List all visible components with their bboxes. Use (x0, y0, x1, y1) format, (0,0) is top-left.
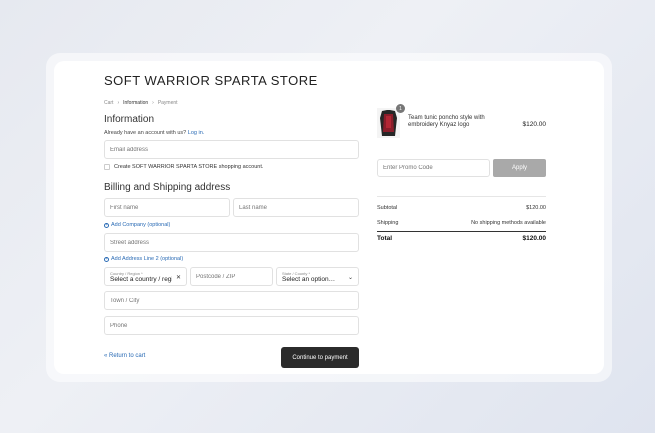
email-field[interactable] (104, 140, 359, 159)
add-address-line2-label: Add Address Line 2 (optional) (111, 256, 184, 262)
product-name: Team tunic poncho style with embroidery … (408, 115, 485, 128)
login-link[interactable]: Log in. (188, 130, 205, 136)
country-value: Select a country / region… (110, 275, 172, 283)
add-company-link[interactable]: + Add Company (optional) (104, 222, 170, 228)
clear-icon[interactable]: ✕ (176, 274, 181, 281)
account-prompt-text: Already have an account with us? (104, 130, 187, 136)
add-company-label: Add Company (optional) (111, 222, 171, 228)
breadcrumb-separator: › (117, 100, 120, 106)
last-name-field[interactable] (233, 198, 359, 217)
promo-code-field[interactable] (377, 159, 490, 177)
plus-circle-icon: + (104, 222, 109, 228)
breadcrumb-separator: › (152, 100, 154, 106)
promo-code-input[interactable] (383, 165, 489, 171)
email-input[interactable] (110, 146, 358, 153)
billing-heading: Billing and Shipping address (104, 182, 231, 193)
create-account-label: Create SOFT WARRIOR SPARTA STORE shoppin… (114, 164, 264, 170)
subtotal-row: Subtotal $120.00 (377, 205, 546, 211)
apply-promo-button[interactable]: Apply (493, 159, 546, 177)
total-label: Total (377, 235, 393, 242)
add-address-line2-link[interactable]: + Add Address Line 2 (optional) (104, 256, 183, 262)
store-title: SOFT WARRIOR SPARTA STORE (104, 73, 318, 88)
city-input[interactable] (110, 297, 358, 304)
shipping-label: Shipping (377, 220, 399, 226)
last-name-input[interactable] (239, 204, 358, 211)
product-price: $120.00 (522, 121, 547, 128)
total-value: $120.00 (522, 235, 547, 242)
breadcrumb-cart[interactable]: Cart (104, 100, 113, 106)
continue-to-payment-button[interactable]: Continue to payment (281, 347, 359, 368)
shipping-row: Shipping No shipping methods available (377, 220, 546, 226)
phone-input[interactable] (110, 322, 358, 329)
create-account-checkbox[interactable] (104, 164, 110, 170)
breadcrumb: Cart › Information › Payment (104, 100, 178, 106)
country-select[interactable]: Country / Region * Select a country / re… (104, 267, 187, 286)
postcode-field[interactable] (190, 267, 273, 286)
street-input[interactable] (110, 239, 358, 246)
summary-divider (377, 196, 546, 197)
breadcrumb-information: Information (123, 100, 149, 106)
chevron-down-icon[interactable]: ⌄ (348, 274, 353, 281)
tunic-image-icon (377, 108, 400, 138)
shipping-value: No shipping methods available (471, 220, 546, 226)
subtotal-value: $120.00 (526, 205, 546, 211)
street-field[interactable] (104, 233, 359, 252)
phone-field[interactable] (104, 316, 359, 335)
subtotal-label: Subtotal (377, 205, 398, 211)
state-value: Select an option… (282, 275, 336, 283)
create-account-row[interactable]: Create SOFT WARRIOR SPARTA STORE shoppin… (104, 164, 263, 170)
state-select[interactable]: State / County * Select an option… ⌄ (276, 267, 359, 286)
breadcrumb-payment: Payment (157, 100, 178, 106)
return-to-cart-link[interactable]: « Return to cart (104, 353, 145, 359)
quantity-badge: 1 (396, 104, 405, 113)
first-name-field[interactable] (104, 198, 230, 217)
total-divider (377, 231, 546, 232)
information-heading: Information (104, 114, 155, 125)
plus-circle-icon: + (104, 256, 109, 262)
city-field[interactable] (104, 291, 359, 310)
first-name-input[interactable] (110, 204, 229, 211)
total-row: Total $120.00 (377, 235, 546, 242)
postcode-input[interactable] (196, 273, 272, 280)
account-prompt: Already have an account with us? Log in. (104, 130, 204, 136)
product-thumbnail (377, 108, 400, 138)
